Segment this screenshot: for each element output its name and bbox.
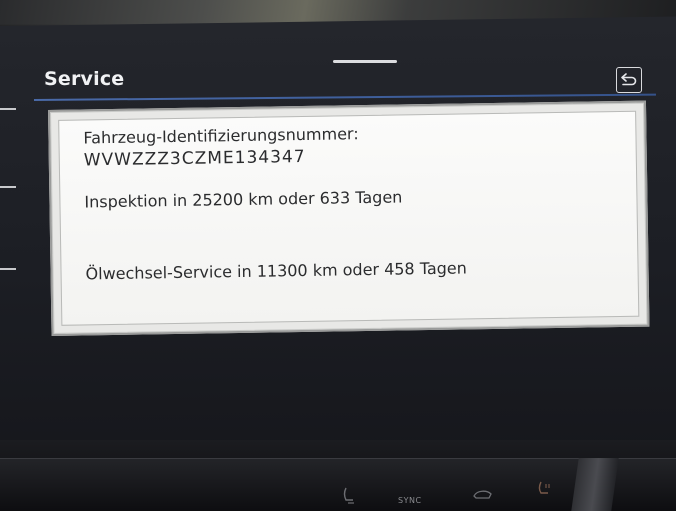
oil-service-text: Ölwechsel-Service in 11300 km oder 458 T… <box>85 258 467 284</box>
sync-button-label[interactable]: SYNC <box>398 497 422 505</box>
heated-steering-icon[interactable] <box>536 480 552 503</box>
seat-heating-icon[interactable] <box>340 486 358 509</box>
back-button[interactable] <box>616 67 642 93</box>
side-marker <box>0 186 16 188</box>
service-info-dialog: Fahrzeug-Identifizierungsnummer: WVWZZZ3… <box>48 100 650 336</box>
drag-handle[interactable] <box>333 60 397 63</box>
side-marker <box>0 108 16 110</box>
page-title: Service <box>44 68 125 90</box>
chrome-trim <box>571 458 619 511</box>
dialog-content: Fahrzeug-Identifizierungsnummer: WVWZZZ3… <box>58 110 640 326</box>
vin-value: WVWZZZ3CZME134347 <box>83 146 306 171</box>
air-recirculation-icon[interactable] <box>472 487 494 504</box>
side-marker <box>0 268 16 270</box>
photo-frame: Service Fahrzeug-Identifizierungsnummer:… <box>0 0 676 511</box>
back-arrow-icon <box>621 73 637 86</box>
vin-label: Fahrzeug-Identifizierungsnummer: <box>83 124 359 148</box>
inspection-text: Inspektion in 25200 km oder 633 Tagen <box>84 187 403 212</box>
